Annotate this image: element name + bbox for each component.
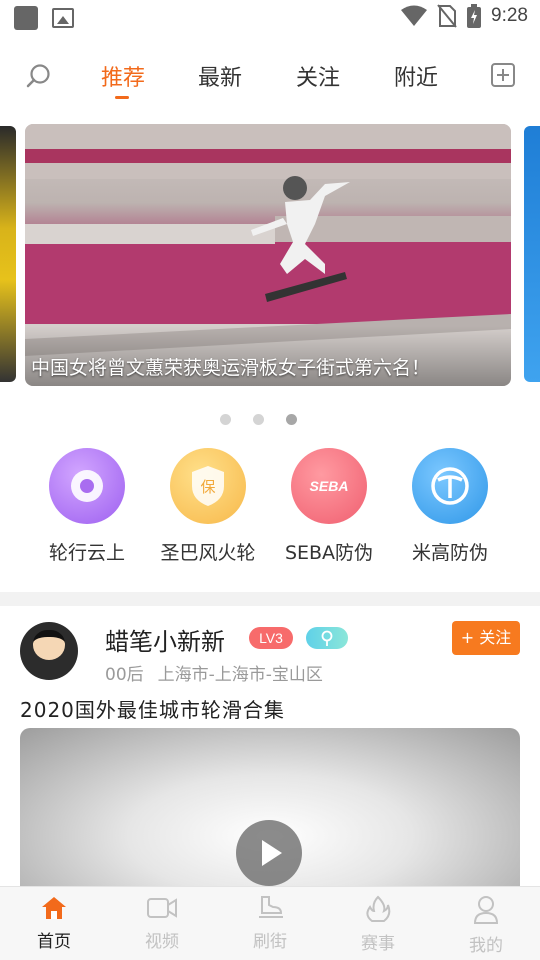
skate-icon — [259, 896, 283, 918]
carousel-dot[interactable] — [220, 414, 231, 425]
follow-button[interactable]: + 关注 — [452, 621, 520, 655]
post-meta: 00后 上海市-上海市-宝山区 — [105, 660, 323, 685]
tab-nearby[interactable]: 附近 — [394, 60, 438, 92]
nav-label: 赛事 — [361, 934, 395, 954]
ball-icon — [49, 448, 125, 524]
user-icon — [473, 896, 499, 924]
shortcut-label: 圣巴风火轮 — [160, 542, 256, 564]
no-sim-icon — [437, 4, 457, 28]
shortcut-micro[interactable]: 米高防伪 — [390, 448, 510, 565]
tab-recommend[interactable]: 推荐 — [101, 60, 145, 92]
micro-logo-icon — [412, 448, 488, 524]
svg-text:SEBA: SEBA — [310, 478, 349, 494]
avatar-face — [33, 630, 65, 660]
section-divider — [0, 592, 540, 606]
search-icon[interactable] — [24, 62, 54, 92]
home-icon — [42, 897, 66, 919]
banner-slide[interactable]: 中国女将曾文蕙荣获奥运滑板女子街式第六名！ — [25, 124, 511, 386]
nav-label: 首页 — [37, 932, 71, 952]
image-notification-icon — [52, 8, 74, 28]
avatar[interactable] — [20, 622, 78, 680]
post-title[interactable]: 2020国外最佳城市轮滑合集 — [20, 694, 285, 723]
shortcut-row: 轮行云上 保 圣巴风火轮 SEBA SEBA防伪 米高防伪 — [0, 448, 540, 568]
nav-label: 视频 — [145, 932, 179, 952]
add-post-icon[interactable] — [490, 62, 516, 88]
top-nav: 推荐 最新 关注 附近 — [0, 52, 540, 102]
shortcut-label: SEBA防伪 — [284, 542, 374, 564]
video-icon — [147, 898, 177, 918]
tab-latest[interactable]: 最新 — [198, 60, 242, 92]
play-icon[interactable] — [236, 820, 302, 886]
svg-text:保: 保 — [200, 478, 215, 496]
battery-icon — [467, 4, 482, 28]
nav-label: 刷街 — [253, 932, 287, 952]
nav-home[interactable]: 首页 — [14, 895, 94, 952]
seba-logo-icon: SEBA — [291, 448, 367, 524]
level-badge: LV3 — [249, 627, 293, 649]
banner-carousel[interactable]: 中国女将曾文蕙荣获奥运滑板女子街式第六名！ — [0, 124, 540, 386]
tab-following[interactable]: 关注 — [296, 60, 340, 92]
carousel-indicator — [220, 414, 297, 425]
post-username[interactable]: 蜡笔小新新 — [105, 622, 225, 657]
shortcut-label: 米高防伪 — [411, 542, 488, 564]
carousel-dot-active[interactable] — [286, 414, 297, 425]
active-tab-indicator — [115, 96, 129, 99]
banner-prev-slide[interactable] — [0, 126, 16, 382]
nav-video[interactable]: 视频 — [122, 895, 202, 952]
notification-icon — [14, 6, 38, 30]
wifi-icon — [401, 5, 428, 26]
nav-profile[interactable]: 我的 — [446, 895, 526, 956]
nav-skate[interactable]: 刷街 — [230, 895, 310, 952]
gender-badge — [306, 627, 348, 649]
age-group: 00后 — [105, 665, 144, 685]
banner-caption: 中国女将曾文蕙荣获奥运滑板女子街式第六名！ — [31, 357, 431, 379]
bottom-nav: 首页 视频 刷街 赛事 我的 — [0, 886, 540, 960]
location: 上海市-上海市-宝山区 — [157, 665, 323, 685]
carousel-dot[interactable] — [253, 414, 264, 425]
shortcut-label: 轮行云上 — [48, 542, 125, 564]
shortcut-lunxing[interactable]: 轮行云上 — [27, 448, 147, 565]
status-bar: 9:28 — [0, 0, 540, 36]
shortcut-shengba[interactable]: 保 圣巴风火轮 — [148, 448, 268, 565]
shield-icon: 保 — [170, 448, 246, 524]
shortcut-seba[interactable]: SEBA SEBA防伪 — [269, 448, 389, 565]
flame-icon — [366, 895, 391, 922]
status-time: 9:28 — [491, 5, 528, 26]
banner-next-slide[interactable] — [524, 126, 540, 382]
video-thumbnail[interactable] — [20, 728, 520, 908]
nav-label: 我的 — [469, 936, 503, 956]
nav-events[interactable]: 赛事 — [338, 895, 418, 954]
